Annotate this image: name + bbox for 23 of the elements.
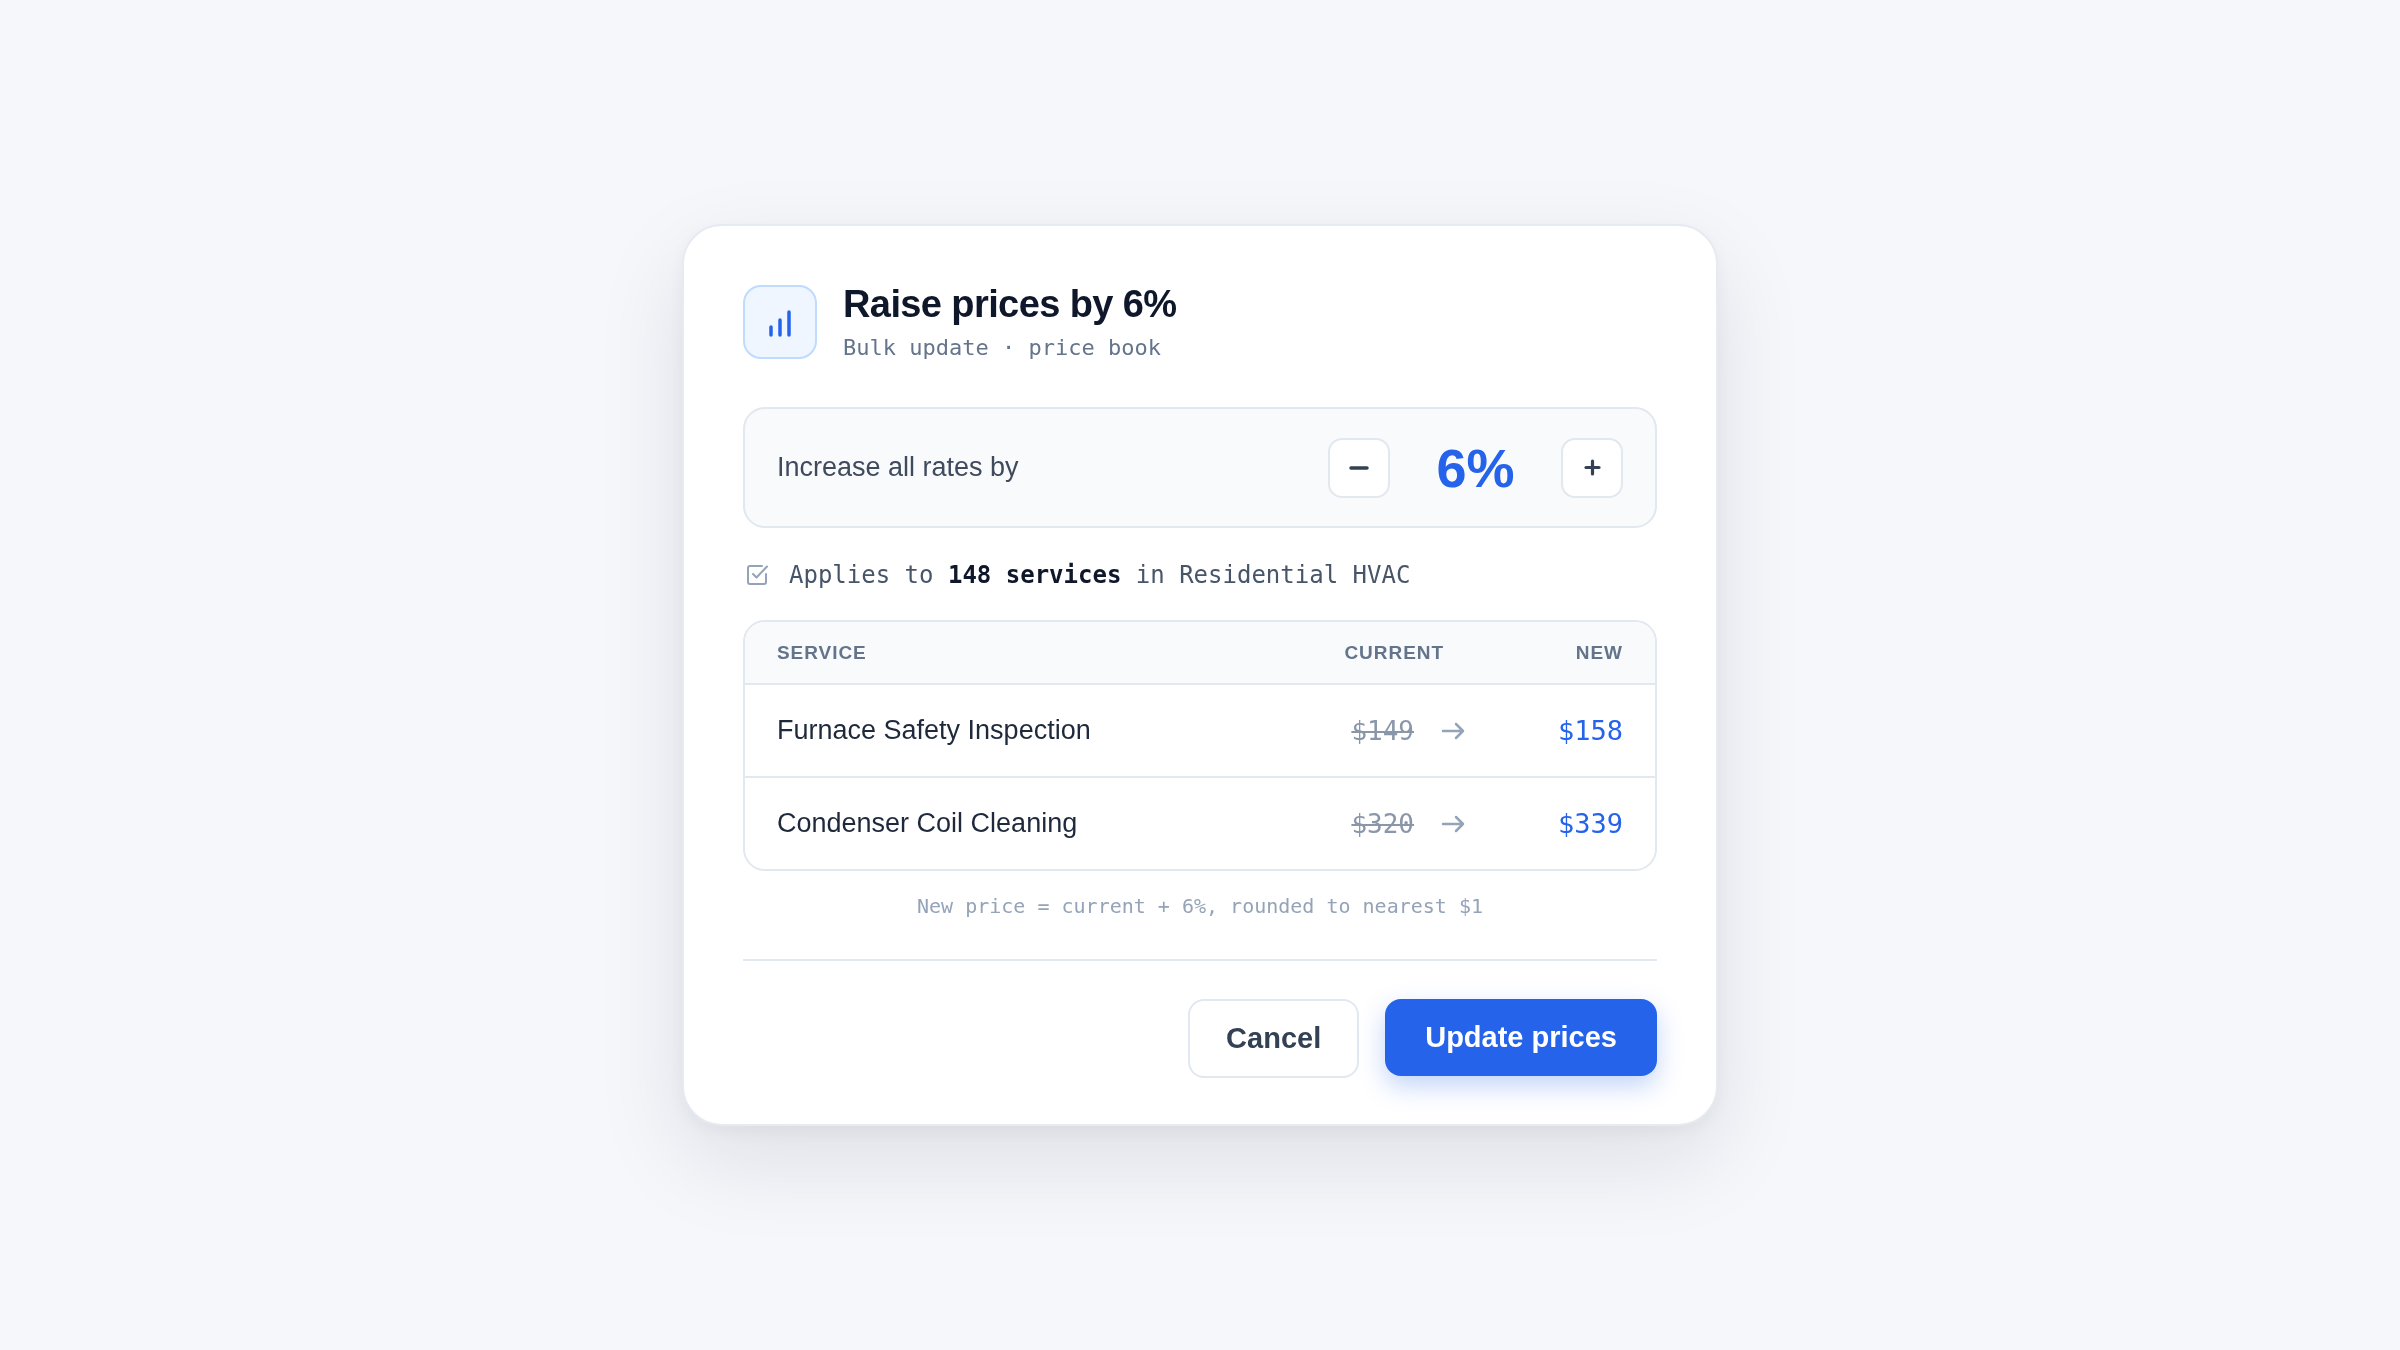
column-header: SERVICE <box>777 641 867 664</box>
stepper-label: Increase all rates by <box>777 452 1019 483</box>
current-price: $149 <box>1351 715 1414 746</box>
formula-note: New price = current + 6%, rounded to nearest $1 <box>917 893 1483 919</box>
increase-button[interactable] <box>1561 437 1623 498</box>
minus-icon <box>1349 465 1369 470</box>
plus-icon <box>1583 459 1601 476</box>
update-button[interactable]: Update prices <box>1385 999 1657 1076</box>
dialog-title: Raise prices by 6% <box>843 282 1177 327</box>
scope-text: Applies to 148 services in Residential HVAC <box>789 560 1411 590</box>
service-name: Condenser Coil Cleaning <box>777 808 1078 839</box>
arrow-right-icon <box>1441 814 1466 833</box>
service-name: Furnace Safety Inspection <box>777 715 1091 746</box>
dialog-subtitle: Bulk update · price book <box>843 334 1161 362</box>
new-price: $339 <box>1557 808 1623 839</box>
cancel-button[interactable]: Cancel <box>1188 999 1360 1078</box>
new-price: $158 <box>1557 715 1623 746</box>
current-price: $320 <box>1351 808 1414 839</box>
bar-chart-icon <box>743 285 817 359</box>
column-header: CURRENT <box>1344 641 1444 664</box>
column-header: NEW <box>1575 641 1623 664</box>
arrow-right-icon <box>1441 721 1466 740</box>
percentage-value: 6% <box>1436 436 1515 500</box>
